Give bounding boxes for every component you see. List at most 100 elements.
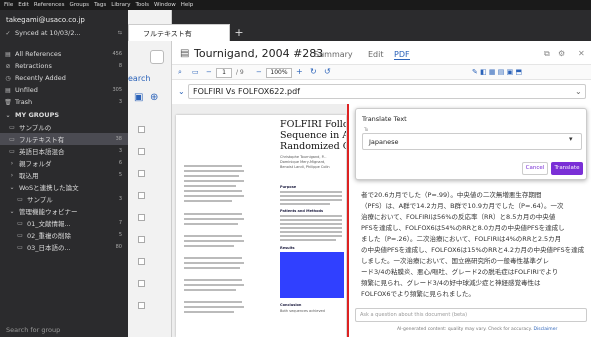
text-line — [184, 170, 244, 172]
row-checkbox[interactable] — [138, 236, 145, 243]
translated-line: （PFS）は、A群で14.2カ月、B群で10.9カ月でした（P=.64）。一次 — [361, 202, 564, 210]
row-checkbox[interactable] — [138, 148, 145, 155]
group-item[interactable]: ▭ サンプルの — [0, 121, 128, 133]
tab-fulltext[interactable]: フルテキスト有 — [128, 24, 230, 41]
reference-title: Tournigand, 2004 #283 — [194, 47, 324, 60]
sync-status-row[interactable]: ✓ Synced at 10/03/2... ⇆ — [0, 27, 128, 39]
group-item[interactable]: ▭ 01_文献情報... 7 — [0, 217, 128, 229]
pdf-text-highlight[interactable] — [280, 252, 344, 298]
account-row[interactable]: takegami@usaco.co.jp — [0, 14, 128, 26]
rotate-icon[interactable]: ↻ — [310, 67, 317, 76]
sidebar-item-all-references[interactable]: ▤ All References 456 — [0, 48, 128, 60]
sidebar-item-count: 3 — [118, 99, 122, 105]
group-search-input[interactable]: Search for group — [0, 324, 128, 337]
new-tab-button[interactable]: + — [232, 26, 246, 40]
row-checkbox[interactable] — [138, 302, 145, 309]
menu-tools[interactable]: Tools — [135, 2, 149, 8]
tab-edit[interactable]: Edit — [368, 50, 384, 59]
row-checkbox[interactable] — [138, 280, 145, 287]
sync-settings-icon[interactable]: ⇆ — [118, 30, 122, 36]
group-label: 親フォルダ — [19, 160, 52, 168]
sidebar-item-unfiled[interactable]: ▤ Unfiled 305 — [0, 84, 128, 96]
translated-text[interactable]: 者で20.6カ月でした（P=.99）。中央値の二次無増悪生存期間 （PFS）は、… — [361, 190, 587, 300]
row-checkbox[interactable] — [138, 170, 145, 177]
chevron-down-icon[interactable]: ⌄ — [178, 87, 185, 96]
fit-icon[interactable]: ▭ — [192, 68, 199, 76]
folder-icon: ▭ — [17, 231, 23, 239]
row-checkbox[interactable] — [138, 126, 145, 133]
ask-question-input[interactable]: Ask a question about this document (beta… — [355, 308, 587, 322]
attachment-icon[interactable]: ▣ — [134, 92, 143, 103]
zoom-in-icon[interactable]: + — [296, 67, 303, 76]
menu-help[interactable]: Help — [181, 2, 194, 8]
group-item[interactable]: ⌄ 管理機能ウォビナー — [0, 205, 128, 217]
translated-line: PFSを達成し、FOLFOX6は54%のRRと8.0カ月の中央値PFSを達成し — [361, 224, 565, 232]
translated-line: 治療において、FOLFIRIは56%の反応率（RR）と8.5カ月の中央値 — [361, 213, 556, 221]
text-line — [280, 195, 342, 197]
search-icon[interactable]: ⌕ — [178, 68, 182, 77]
attachment-select[interactable]: FOLFIRI Vs FOLFOX622.pdf ⌄ — [188, 84, 586, 99]
text-line — [184, 257, 242, 259]
my-groups-header[interactable]: ⌄ MY GROUPS — [0, 109, 128, 121]
groups-header-label: MY GROUPS — [15, 111, 60, 119]
search-link[interactable]: earch — [128, 74, 172, 83]
translated-line: FOLFOX6でより頻繁に見られました。 — [361, 290, 475, 298]
group-item[interactable]: ▭ サンプル 3 — [0, 193, 128, 205]
sidebar-item-retractions[interactable]: ⊘ Retractions 8 — [0, 60, 128, 72]
menu-references[interactable]: References — [34, 2, 65, 8]
globe-icon[interactable]: ⊕ — [150, 92, 158, 103]
group-item[interactable]: ⌄ WoSと連携した論文 — [0, 181, 128, 193]
text-line — [184, 213, 242, 215]
tab-pdf[interactable]: PDF — [394, 50, 410, 60]
text-line — [280, 227, 342, 229]
group-item[interactable]: ▭ 03_日本語の... 80 — [0, 241, 128, 253]
text-line — [184, 311, 234, 313]
zoom-select[interactable]: 100% — [266, 68, 292, 78]
page-number-input[interactable]: 1 — [216, 68, 232, 78]
menu-edit[interactable]: Edit — [18, 2, 29, 8]
translate-button[interactable]: Translate — [551, 162, 583, 175]
cancel-button[interactable]: Cancel — [522, 162, 548, 175]
group-item[interactable]: › 親フォルダ 6 — [0, 157, 128, 169]
menu-file[interactable]: File — [4, 2, 13, 8]
group-item-selected[interactable]: ▭ フルテキスト有 38 — [0, 133, 128, 145]
folder-icon: ▭ — [17, 219, 23, 227]
gear-icon[interactable]: ⚙ — [558, 49, 565, 58]
row-checkbox[interactable] — [138, 192, 145, 199]
chevron-down-icon: ⌄ — [575, 87, 582, 96]
prev-page-icon[interactable]: − — [206, 68, 212, 76]
dropdown-arrow-icon: ▾ — [569, 135, 573, 143]
text-line — [184, 200, 232, 202]
sidebar-item-count: 8 — [118, 63, 122, 69]
account-email: takegami@usaco.co.jp — [6, 16, 85, 24]
external-link-icon[interactable]: ⧉ — [544, 49, 550, 59]
sidebar-item-trash[interactable]: 🗑 Trash 3 — [0, 96, 128, 108]
text-line — [184, 218, 244, 220]
pdf-title-line: Randomized G — [280, 141, 346, 152]
tab-summary[interactable]: Summary — [314, 50, 353, 59]
menu-groups[interactable]: Groups — [69, 2, 89, 8]
view-toggle-button[interactable] — [150, 50, 164, 64]
group-label: 英語日本語混合 — [19, 148, 65, 156]
zoom-out-icon[interactable]: − — [256, 68, 262, 76]
group-item[interactable]: ▭ 英語日本語混合 3 — [0, 145, 128, 157]
menu-window[interactable]: Window — [154, 2, 176, 8]
group-count: 80 — [115, 244, 122, 250]
row-checkbox[interactable] — [138, 214, 145, 221]
group-item[interactable]: › 取込用 5 — [0, 169, 128, 181]
refresh-icon[interactable]: ↺ — [324, 67, 331, 76]
menu-library[interactable]: Library — [111, 2, 130, 8]
text-line — [280, 223, 342, 225]
close-icon[interactable]: ✕ — [578, 49, 585, 58]
menu-tags[interactable]: Tags — [94, 2, 106, 8]
group-item[interactable]: ▭ 02_重複の削除 5 — [0, 229, 128, 241]
disclaimer-link[interactable]: Disclaimer — [534, 327, 558, 332]
sidebar-item-recently-added[interactable]: ◷ Recently Added — [0, 72, 128, 84]
chevron-down-icon: ⌄ — [9, 207, 15, 215]
reference-checkbox-column — [128, 118, 172, 324]
pdf-author-line: Benoist Landi, Philippe Colin — [280, 165, 330, 169]
ai-disclaimer: AI-generated content: quality may vary. … — [397, 327, 557, 332]
language-select[interactable]: Japanese ▾ — [362, 133, 582, 150]
annotation-tools-icon[interactable]: ✎ ◧ ▦ ▤ ▣ ⬒ — [472, 68, 522, 76]
row-checkbox[interactable] — [138, 258, 145, 265]
